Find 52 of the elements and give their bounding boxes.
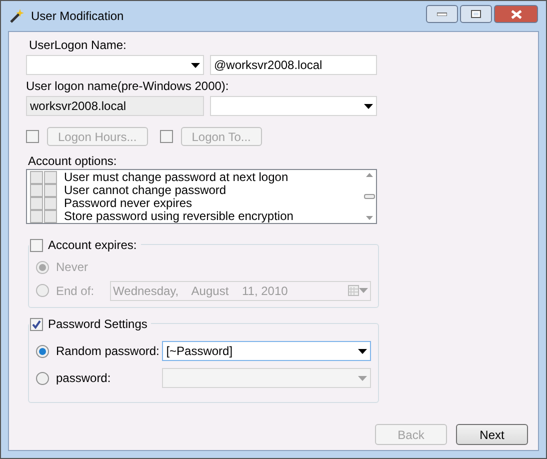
radio-label: End of:: [56, 282, 96, 300]
window-title: User Modification: [31, 8, 124, 25]
checkbox[interactable]: [30, 197, 43, 210]
close-icon: [510, 10, 522, 18]
radio-label: password:: [56, 370, 112, 387]
group-label: Password Settings: [48, 316, 148, 333]
checkbox[interactable]: [44, 184, 57, 197]
scroll-up-icon[interactable]: [366, 173, 372, 177]
maximize-icon: [471, 10, 481, 18]
field-label: UserLogon Name:: [29, 38, 128, 52]
domain-field: worksvr2008.local: [26, 96, 204, 116]
radio-label: Random password:: [56, 343, 160, 360]
checkbox[interactable]: [44, 171, 57, 184]
password-dropdown[interactable]: [162, 368, 371, 388]
radio-button[interactable]: [36, 260, 49, 274]
section-label: Account options:: [28, 154, 118, 168]
caret-icon: [364, 104, 373, 108]
checkbox[interactable]: [30, 318, 43, 330]
checkbox[interactable]: [30, 238, 43, 252]
radio-button[interactable]: [36, 284, 49, 298]
field-label: User logon name(pre-Windows 2000):: [26, 79, 230, 93]
date-picker[interactable]: Wednesday, August 11, 2010: [110, 280, 371, 301]
magic-wand-icon: [9, 8, 25, 24]
checkbox[interactable]: [30, 184, 43, 197]
nav-button[interactable]: Next: [456, 424, 528, 445]
scroll-down-icon[interactable]: [366, 216, 372, 220]
checkbox[interactable]: [30, 210, 43, 223]
minimize-icon: [437, 12, 447, 16]
option-label: User cannot change password: [64, 184, 226, 197]
checkbox[interactable]: [30, 171, 43, 184]
maximize-button[interactable]: [460, 5, 492, 23]
minimize-button[interactable]: [426, 5, 458, 23]
caret-icon: [359, 288, 368, 294]
password-dropdown[interactable]: [~Password]: [162, 341, 371, 361]
close-button[interactable]: [494, 5, 538, 23]
option-label: Store password using reversible encryption: [64, 210, 294, 223]
logon-name-dropdown[interactable]: [26, 55, 204, 75]
caret-icon: [358, 376, 367, 380]
calendar-icon: [348, 285, 359, 296]
domain-field[interactable]: @worksvr2008.local: [210, 55, 377, 75]
scrollbar-thumb[interactable]: [364, 194, 374, 199]
checkbox[interactable]: [44, 210, 57, 223]
radio-label: Never: [56, 259, 90, 276]
caret-icon: [358, 348, 367, 354]
logon-name-dropdown[interactable]: [210, 96, 377, 116]
option-label: User must change password at next logon: [64, 171, 288, 184]
radio-button[interactable]: [36, 372, 49, 384]
caret-icon: [191, 62, 200, 68]
option-label: Password never expires: [64, 197, 192, 210]
group-label: Account expires:: [48, 237, 137, 254]
checkbox[interactable]: [44, 197, 57, 210]
radio-button[interactable]: [36, 344, 49, 358]
